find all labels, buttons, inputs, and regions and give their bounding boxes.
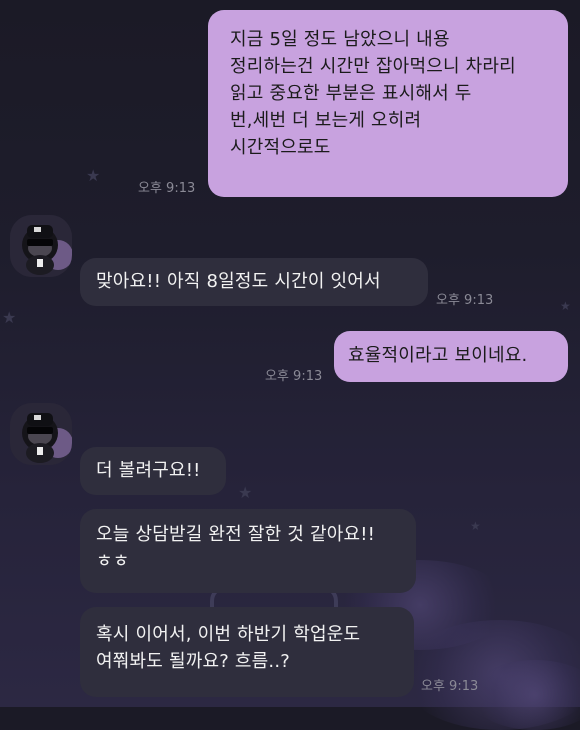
outgoing-message-bubble[interactable]: 효율적이라고 보이네요. [334, 331, 568, 382]
message-timestamp: 오후 9:13 [436, 293, 494, 308]
message-text-line: 정리하는건 시간만 잡아먹으니 차라리 [230, 56, 516, 77]
star-decoration-icon: ★ [2, 308, 17, 327]
message-text-line: 혹시 이어서, 이번 하반기 학업운도 [96, 624, 361, 645]
incoming-message-bubble[interactable]: 맞아요!! 아직 8일정도 시간이 잇어서 [80, 258, 428, 306]
outgoing-message-bubble[interactable]: 지금 5일 정도 남았으니 내용 정리하는건 시간만 잡아먹으니 차라리 읽고 … [208, 10, 568, 197]
message-text-line: 오늘 상담받길 완전 잘한 것 같아요!! [96, 524, 376, 545]
incoming-message-bubble[interactable]: 혹시 이어서, 이번 하반기 학업운도 여쭤봐도 될까요? 흐름..? [80, 607, 414, 697]
star-decoration-icon: ★ [86, 166, 101, 185]
message-text-line: 지금 5일 정도 남았으니 내용 [230, 29, 450, 50]
star-decoration-icon: ★ [470, 519, 481, 533]
incoming-message-bubble[interactable]: 더 볼려구요!! [80, 447, 226, 495]
profile-character-icon [10, 215, 72, 277]
message-text-line: 번,세번 더 보는게 오히려 [230, 110, 422, 131]
avatar[interactable] [10, 403, 72, 465]
message-text-line: 맞아요!! 아직 8일정도 시간이 잇어서 [96, 271, 381, 292]
star-decoration-icon: ★ [560, 299, 571, 313]
incoming-message-bubble[interactable]: 오늘 상담받길 완전 잘한 것 같아요!! ㅎㅎ [80, 509, 416, 593]
avatar[interactable] [10, 215, 72, 277]
message-text-line: 여쭤봐도 될까요? 흐름..? [96, 651, 291, 672]
message-text-line: ㅎㅎ [96, 551, 130, 572]
background-cloud [400, 620, 580, 730]
message-timestamp: 오후 9:13 [265, 369, 323, 384]
background-cloud [470, 660, 580, 730]
message-timestamp: 오후 9:13 [421, 679, 479, 694]
message-text-line: 더 볼려구요!! [96, 460, 201, 481]
profile-character-icon [10, 403, 72, 465]
star-decoration-icon: ★ [238, 483, 253, 502]
message-text-line: 시간적으로도 [230, 137, 331, 158]
message-timestamp: 오후 9:13 [138, 181, 196, 196]
message-text-line: 읽고 중요한 부분은 표시해서 두 [230, 83, 472, 104]
message-text-line: 효율적이라고 보이네요. [348, 345, 528, 366]
